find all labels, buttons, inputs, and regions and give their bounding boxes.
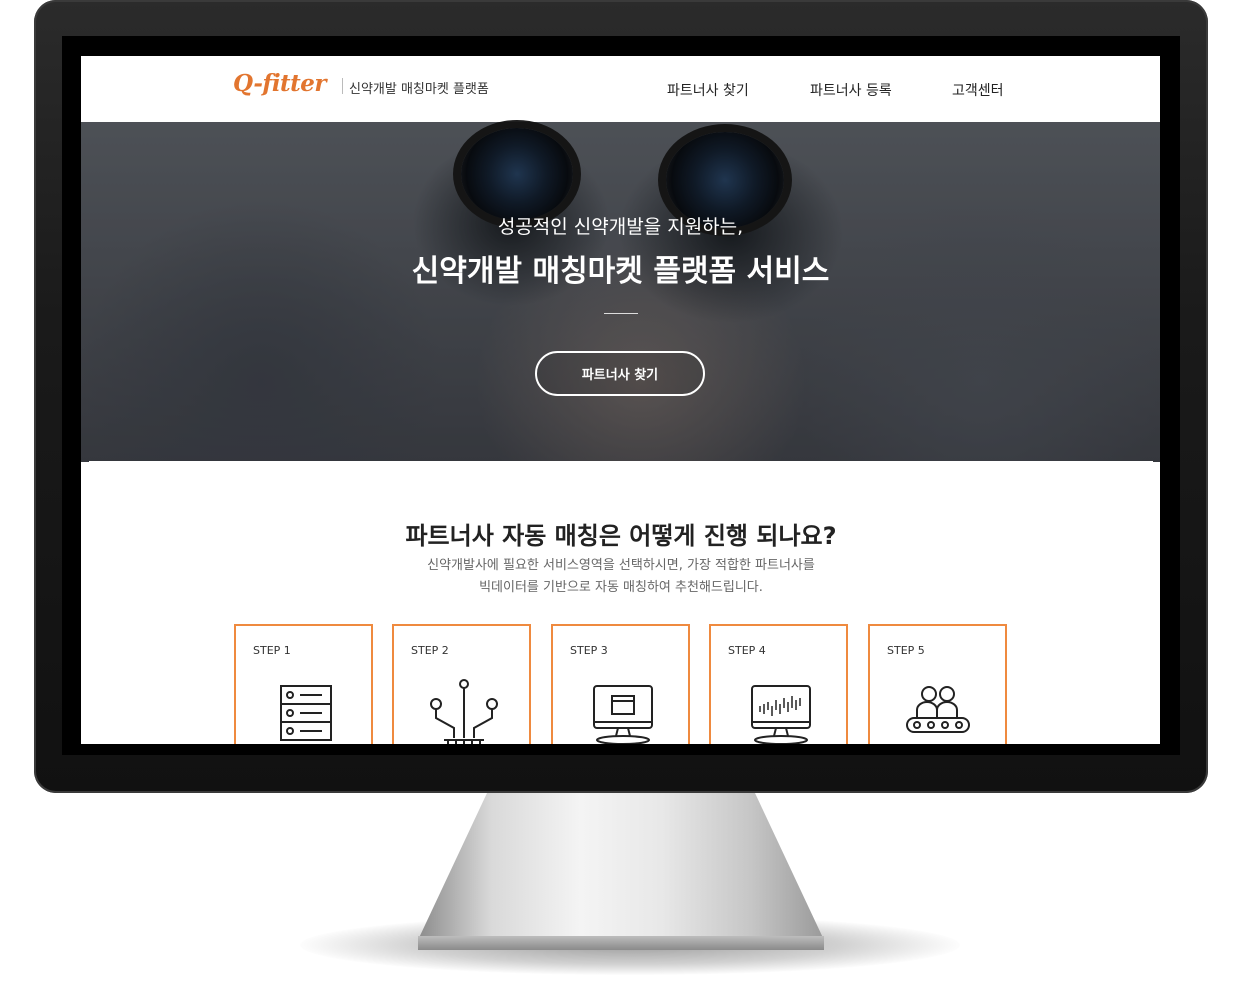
step-label: STEP 2 <box>411 644 449 657</box>
step-label: STEP 4 <box>728 644 766 657</box>
step-card-2[interactable]: STEP 2 <box>392 624 531 744</box>
circuit-icon <box>430 679 498 744</box>
step-label: STEP 5 <box>887 644 925 657</box>
step-label: STEP 3 <box>570 644 608 657</box>
nav-register-partner[interactable]: 파트너사 등록 <box>810 80 892 100</box>
top-navbar: Q-fitter 신약개발 매칭마켓 플랫폼 파트너사 찾기 파트너사 등록 고… <box>81 56 1160 122</box>
monitor-chart-icon <box>751 685 811 744</box>
nav-find-partner[interactable]: 파트너사 찾기 <box>667 80 749 100</box>
hero-title: 신약개발 매칭마켓 플랫폼 서비스 <box>411 254 830 289</box>
step-label: STEP 1 <box>253 644 291 657</box>
section-desc-line2: 빅데이터를 기반으로 자동 매칭하여 추천해드립니다. <box>479 580 763 595</box>
section-description: 신약개발사에 필요한 서비스영역을 선택하시면, 가장 적합한 파트너사를 빅데… <box>89 555 1153 599</box>
nav-customer-center[interactable]: 고객센터 <box>952 80 1004 100</box>
hero-subtitle: 성공적인 신약개발을 지원하는, <box>497 216 744 238</box>
hero-divider <box>604 313 638 314</box>
hero-banner: 성공적인 신약개발을 지원하는, 신약개발 매칭마켓 플랫폼 서비스 파트너사 … <box>81 122 1160 462</box>
brand-tagline: 신약개발 매칭마켓 플랫폼 <box>349 82 489 97</box>
people-conveyor-icon <box>906 686 970 733</box>
step-card-5[interactable]: STEP 5 <box>868 624 1007 744</box>
matching-section: 파트너사 자동 매칭은 어떻게 진행 되나요? 신약개발사에 필요한 서비스영역… <box>89 461 1153 744</box>
section-title: 파트너사 자동 매칭은 어떻게 진행 되나요? <box>405 522 837 550</box>
logo-divider <box>342 78 343 94</box>
hero-overlay <box>81 122 1160 462</box>
section-desc-line1: 신약개발사에 필요한 서비스영역을 선택하시면, 가장 적합한 파트너사를 <box>427 558 815 573</box>
step-card-3[interactable]: STEP 3 <box>551 624 690 744</box>
step-card-1[interactable]: STEP 1 <box>234 624 373 744</box>
monitor-stand-base <box>418 936 824 950</box>
website-screen: Q-fitter 신약개발 매칭마켓 플랫폼 파트너사 찾기 파트너사 등록 고… <box>81 56 1160 744</box>
hero-find-partner-button[interactable]: 파트너사 찾기 <box>535 351 705 396</box>
server-icon <box>280 685 332 741</box>
brand-logo[interactable]: Q-fitter <box>233 70 327 97</box>
step-card-4[interactable]: STEP 4 <box>709 624 848 744</box>
monitor-window-icon <box>593 685 653 744</box>
monitor-stand-neck <box>418 793 824 940</box>
